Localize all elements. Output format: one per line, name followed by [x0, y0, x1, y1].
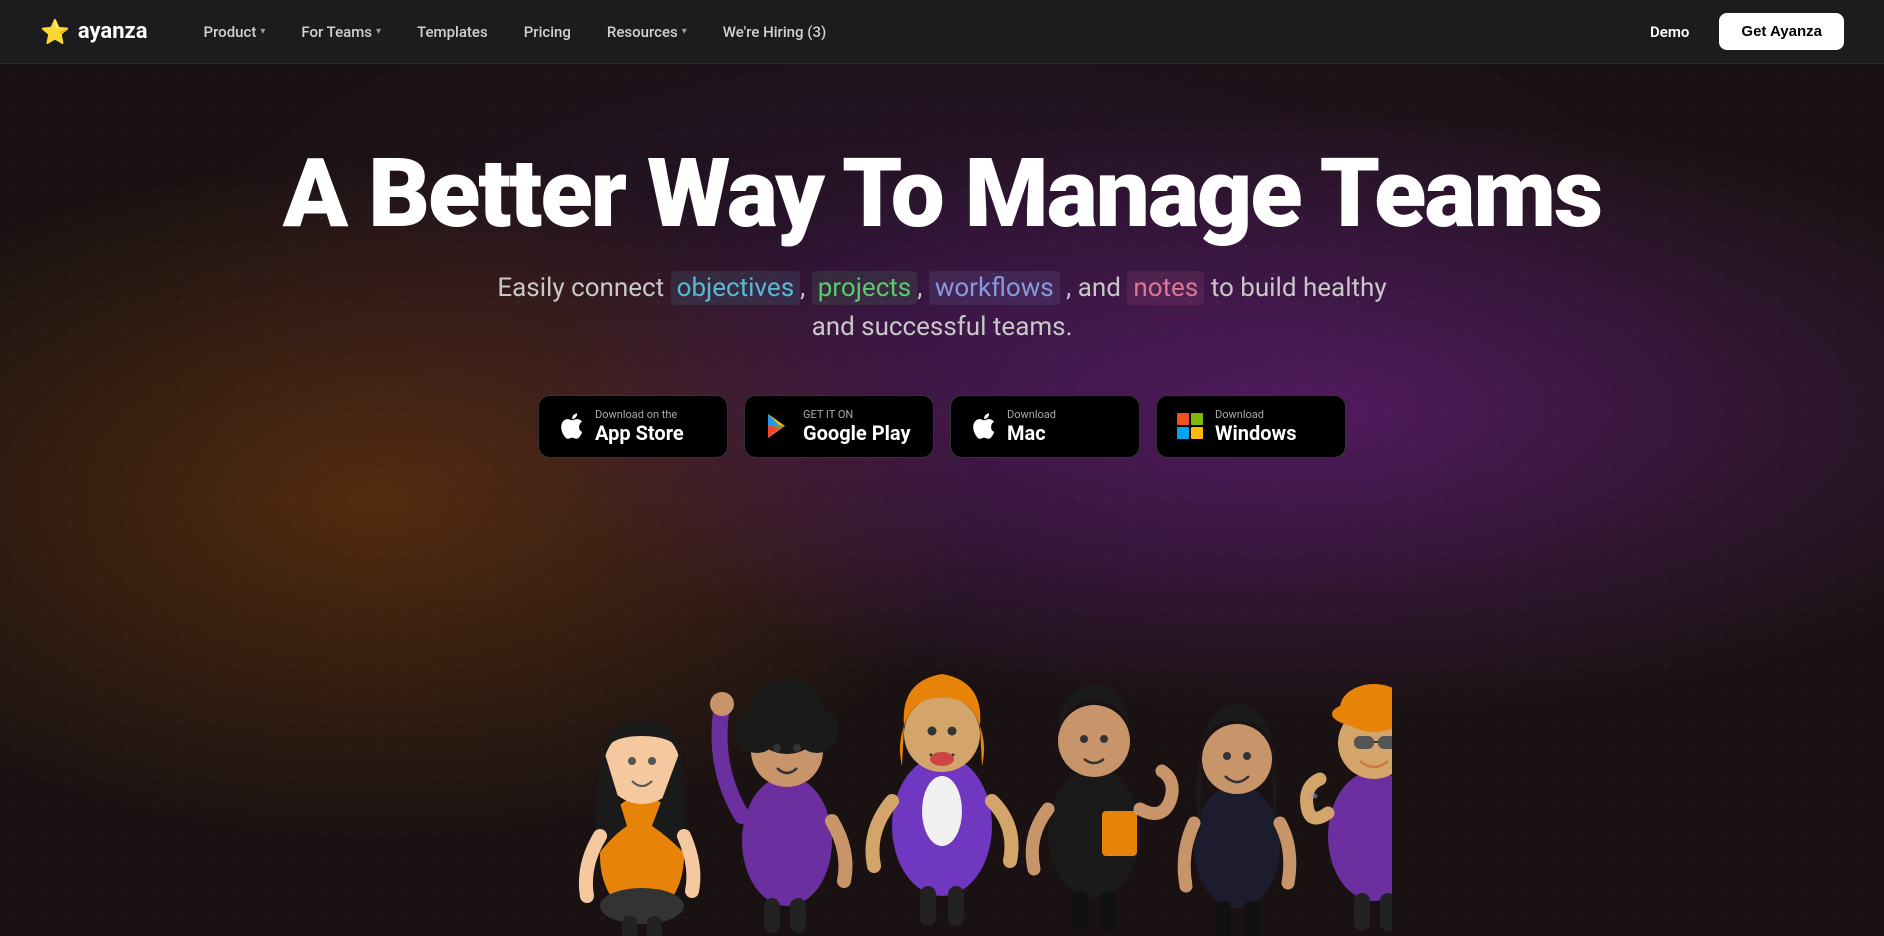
logo[interactable]: ⭐ ayanza — [40, 18, 148, 46]
download-windows-text: Download Windows — [1215, 408, 1297, 445]
hero-subtitle: Easily connect objectives, projects, wor… — [442, 269, 1442, 347]
chevron-down-icon: ▾ — [260, 26, 265, 37]
download-windows-button[interactable]: Download Windows — [1156, 395, 1346, 458]
google-play-icon — [765, 413, 791, 439]
nav-item-for-teams[interactable]: For Teams ▾ — [285, 15, 397, 49]
google-play-text: GET IT ON Google Play — [803, 408, 911, 445]
nav-item-resources[interactable]: Resources ▾ — [591, 15, 703, 49]
nav-item-product[interactable]: Product ▾ — [188, 15, 282, 49]
app-store-text: Download on the App Store — [595, 408, 684, 445]
subtitle-objectives: objectives — [671, 271, 801, 305]
subtitle-workflows: workflows — [929, 271, 1060, 305]
app-store-button[interactable]: Download on the App Store — [538, 395, 728, 458]
subtitle-notes: notes — [1127, 271, 1204, 305]
hero-content: A Better Way To Manage Teams Easily conn… — [0, 64, 1884, 458]
apple-mac-icon — [971, 412, 995, 440]
nav-item-hiring[interactable]: We're Hiring (3) — [707, 15, 842, 49]
nav-links: Product ▾ For Teams ▾ Templates Pricing … — [188, 15, 1633, 49]
logo-text: ayanza — [78, 19, 148, 44]
nav-item-pricing[interactable]: Pricing — [508, 15, 587, 49]
hero-illustration — [492, 616, 1392, 936]
download-mac-button[interactable]: Download Mac — [950, 395, 1140, 458]
demo-link[interactable]: Demo — [1632, 15, 1707, 49]
windows-icon — [1177, 413, 1203, 439]
hero-section: A Better Way To Manage Teams Easily conn… — [0, 64, 1884, 936]
apple-icon — [559, 412, 583, 440]
subtitle-prefix: Easily connect — [497, 273, 664, 303]
nav-item-templates[interactable]: Templates — [401, 15, 504, 49]
google-play-button[interactable]: GET IT ON Google Play — [744, 395, 934, 458]
chevron-down-icon: ▾ — [376, 26, 381, 37]
get-ayanza-button[interactable]: Get Ayanza — [1719, 13, 1844, 50]
navbar: ⭐ ayanza Product ▾ For Teams ▾ Templates… — [0, 0, 1884, 64]
download-buttons: Download on the App Store GET IT ON — [538, 395, 1346, 458]
logo-icon: ⭐ — [40, 18, 70, 46]
download-mac-text: Download Mac — [1007, 408, 1056, 445]
chevron-down-icon: ▾ — [682, 26, 687, 37]
nav-right: Demo Get Ayanza — [1632, 13, 1844, 50]
hero-title: A Better Way To Manage Teams — [243, 144, 1641, 245]
subtitle-projects: projects — [812, 271, 918, 305]
